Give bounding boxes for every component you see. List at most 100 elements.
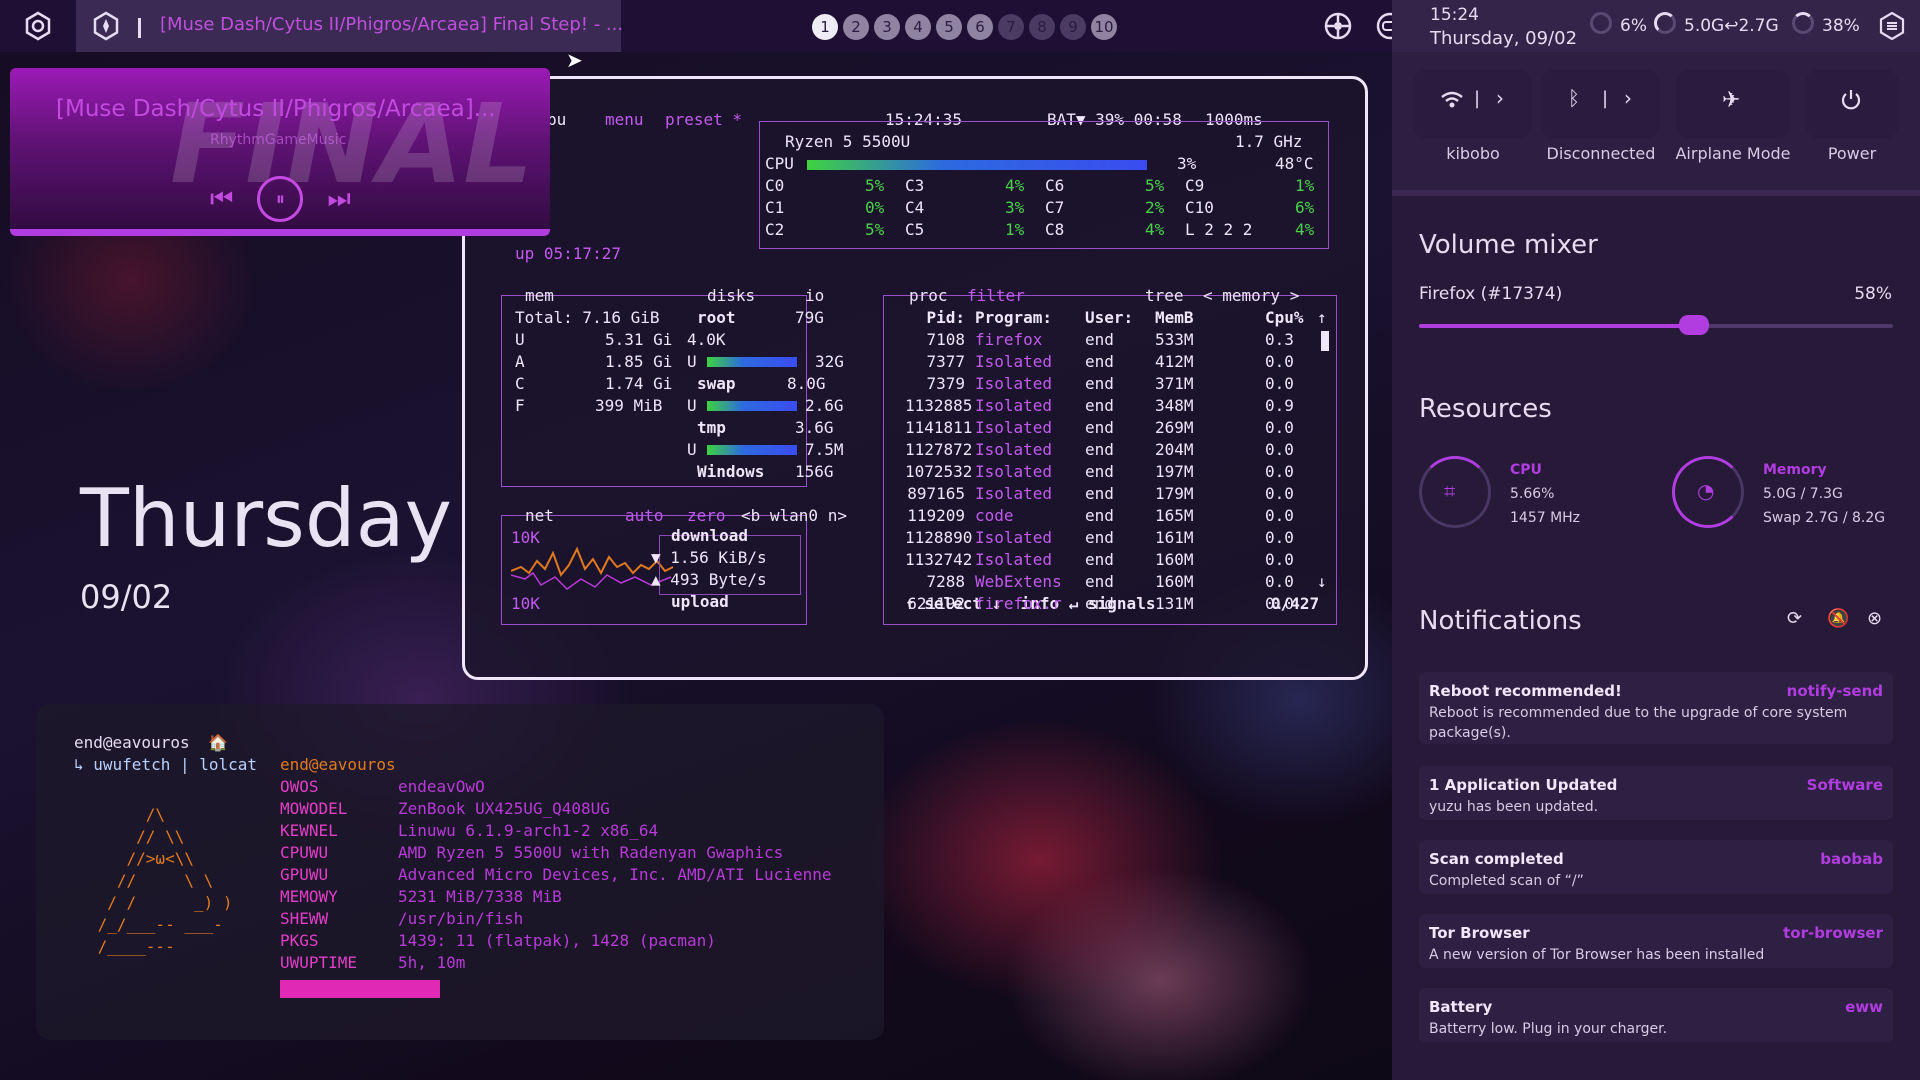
scroll-down-icon[interactable]: ↓ — [1317, 571, 1327, 593]
proc-mem: 269M — [1155, 418, 1194, 437]
mem-row-label: C — [515, 374, 525, 393]
volume-slider[interactable] — [1419, 315, 1893, 335]
proc-tree[interactable]: tree — [1145, 285, 1184, 307]
proc-program[interactable]: WebExtens — [975, 571, 1062, 593]
notification-item[interactable]: 1 Application Updated Software yuzu has … — [1419, 766, 1893, 820]
proc-program[interactable]: code — [975, 505, 1014, 527]
proc-cpu: 0.0 — [1265, 594, 1294, 613]
proc-user: end — [1085, 572, 1114, 591]
proc-program[interactable]: Isolated — [975, 373, 1052, 395]
workspace-4[interactable]: 4 — [905, 14, 931, 40]
btop-window[interactable]: pu menu preset * 15:24:35 BAT▼ 39% 00:58… — [462, 76, 1368, 680]
active-window[interactable]: [Muse Dash/Cytus II/Phigros/Arcaea] Fina… — [76, 0, 623, 52]
previous-track-icon[interactable]: ⏮ — [210, 184, 233, 215]
chevron-right-icon[interactable]: › — [1624, 86, 1632, 110]
disks-title: disks — [707, 286, 756, 305]
btop-preset[interactable]: preset * — [665, 109, 742, 131]
proc-scrollbar[interactable] — [1321, 331, 1329, 351]
proc-mem: 179M — [1155, 484, 1194, 503]
fetch-key: MEMOWY — [280, 887, 338, 906]
proc-header-program: Program: — [975, 308, 1053, 327]
media-player[interactable]: FINAL [Muse Dash/Cytus II/Phigros/Arcaea… — [10, 68, 550, 236]
workspace-1[interactable]: 1 — [812, 14, 838, 40]
core-label: C7 — [1045, 198, 1065, 217]
proc-pid: 7108 — [926, 330, 965, 349]
workspace-3[interactable]: 3 — [874, 14, 900, 40]
proc-pid: 621192 — [907, 594, 965, 613]
chevron-right-icon[interactable]: › — [1496, 86, 1504, 110]
cpu-model: Ryzen 5 5500U — [785, 132, 911, 151]
proc-program[interactable]: Isolated — [975, 395, 1052, 417]
sidebar-toggle-icon[interactable] — [1872, 6, 1912, 46]
proc-program[interactable]: Isolated — [975, 483, 1052, 505]
track-channel: RhythmGameMusic — [210, 132, 347, 148]
proc-pid: 1072532 — [905, 462, 973, 481]
bluetooth-toggle[interactable]: ᛒ | › — [1542, 70, 1660, 138]
proc-header-user: User: — [1085, 308, 1134, 327]
proc-sort[interactable]: < memory > — [1203, 285, 1299, 307]
settings-wheel-icon[interactable] — [1318, 6, 1358, 46]
proc-program[interactable]: Isolated — [975, 527, 1052, 549]
separator — [138, 18, 141, 38]
workspace-6[interactable]: 6 — [967, 14, 993, 40]
core-label: C4 — [905, 198, 925, 217]
proc-program[interactable]: Isolated — [975, 351, 1052, 373]
core-value: 2% — [1145, 198, 1165, 217]
proc-pid: 119209 — [907, 506, 965, 525]
memory-usage: 5.0G / 7.3G — [1763, 486, 1843, 502]
net-mode[interactable]: auto — [625, 505, 664, 527]
resources-title: Resources — [1419, 394, 1552, 424]
notification-item[interactable]: Scan completed baobab Completed scan of … — [1419, 840, 1893, 894]
pause-icon[interactable]: ⏸ — [257, 176, 304, 222]
notification-item[interactable]: Reboot recommended! notify-send Reboot i… — [1419, 672, 1893, 744]
workspace-7[interactable]: 7 — [998, 14, 1024, 40]
notification-item[interactable]: Battery eww Batterry low. Plug in your c… — [1419, 988, 1893, 1042]
fetch-key: GPUWU — [280, 865, 329, 884]
notification-app: notify-send — [1786, 682, 1883, 700]
notification-item[interactable]: Tor Browser tor-browser A new version of… — [1419, 914, 1893, 968]
proc-program[interactable]: firefox.r — [975, 593, 1062, 615]
track-progress[interactable] — [10, 229, 550, 236]
core-label: C8 — [1045, 220, 1065, 239]
refresh-icon[interactable]: ⟳ — [1787, 608, 1802, 629]
workspace-5[interactable]: 5 — [936, 14, 962, 40]
wifi-toggle[interactable]: | › — [1414, 70, 1532, 138]
proc-program[interactable]: Isolated — [975, 549, 1052, 571]
launcher-gear-icon[interactable] — [18, 6, 58, 46]
workspace-2[interactable]: 2 — [843, 14, 869, 40]
mem-row-value: 5.31 Gi — [605, 330, 673, 349]
core-value: 5% — [1145, 176, 1165, 195]
airplane-mode-label: Airplane Mode — [1675, 144, 1791, 163]
workspace-10[interactable]: 10 — [1091, 14, 1117, 40]
workspace-8[interactable]: 8 — [1029, 14, 1055, 40]
btop-menu[interactable]: menu — [605, 109, 644, 131]
volume-slider-knob[interactable] — [1678, 315, 1709, 335]
volume-mixer-title: Volume mixer — [1419, 230, 1598, 260]
proc-program[interactable]: Isolated — [975, 461, 1052, 483]
proc-cpu: 0.0 — [1265, 572, 1294, 591]
disk-swap-bar — [707, 401, 797, 411]
clear-all-icon[interactable]: ⊗ — [1867, 608, 1882, 629]
terminal-window[interactable]: end@eavouros 🏠 ↳ uwufetch | lolcat end@e… — [36, 704, 884, 1040]
core-label: C10 — [1185, 198, 1214, 217]
proc-mem: 161M — [1155, 528, 1194, 547]
proc-header-mem: MemB — [1155, 308, 1194, 327]
net-download-label: download — [671, 526, 749, 545]
workspace-9[interactable]: 9 — [1060, 14, 1086, 40]
scroll-up-icon[interactable]: ↑ — [1317, 307, 1327, 329]
net-zero[interactable]: zero — [687, 505, 726, 527]
proc-program[interactable]: firefox — [975, 329, 1042, 351]
notification-app: baobab — [1820, 850, 1883, 868]
airplane-mode-toggle[interactable]: ✈ — [1676, 70, 1790, 138]
proc-program[interactable]: Isolated — [975, 417, 1052, 439]
proc-filter[interactable]: filter — [967, 285, 1025, 307]
net-interface[interactable]: <b wlan0 n> — [741, 505, 847, 527]
proc-program[interactable]: Isolated — [975, 439, 1052, 461]
next-track-icon[interactable]: ⏭ — [327, 184, 350, 215]
power-button[interactable] — [1806, 70, 1898, 138]
core-label: C3 — [905, 176, 925, 195]
quick-settings: | › kibobo ᛒ | › Disconnected ✈ Airplane… — [1392, 52, 1920, 196]
track-title: [Muse Dash/Cytus II/Phigros/Arcaea]... — [56, 96, 496, 122]
bell-off-icon[interactable]: 🔕 — [1827, 608, 1849, 629]
memory-usage-ring: ◔ — [1672, 456, 1744, 528]
